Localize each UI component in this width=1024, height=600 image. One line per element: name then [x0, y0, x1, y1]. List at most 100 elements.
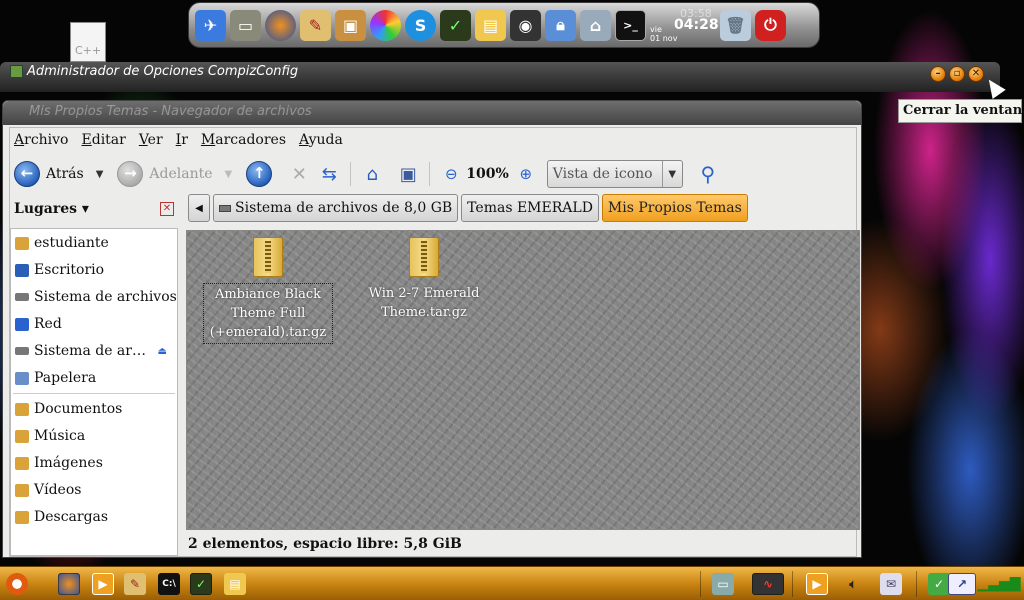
eject-icon[interactable]: ⏏ [158, 346, 167, 357]
file-name: Ambiance Black Theme Full (+emerald).tar… [203, 283, 333, 344]
media-player-icon[interactable]: ▶ [92, 573, 114, 595]
sidebar-item-red[interactable]: Red [15, 316, 171, 332]
clock-time: 04:28 [674, 17, 719, 33]
sidebar-item-videos[interactable]: Vídeos [15, 482, 171, 498]
back-button[interactable]: ← Atrás ▼ [14, 161, 103, 187]
video-icon[interactable]: ▶ [806, 573, 828, 595]
breadcrumb-mis-propios-temas[interactable]: Mis Propios Temas [601, 194, 748, 222]
forward-label: Adelante [149, 166, 213, 182]
color-wheel-icon[interactable] [370, 9, 401, 41]
toolbar-separator [429, 162, 431, 186]
lock-icon[interactable]: 🔒︎ [545, 9, 576, 41]
forward-dropdown-icon[interactable]: ▼ [225, 169, 233, 180]
system-monitor-icon[interactable]: ✓ [440, 9, 471, 41]
breadcrumb-filesystem[interactable]: Sistema de archivos de 8,0 GB [213, 194, 459, 222]
minimize-button[interactable]: – [930, 66, 946, 82]
firefox-icon[interactable] [58, 573, 80, 595]
file-browser-content: Archivo Editar Ver Ir Marcadores Ayuda ←… [9, 127, 860, 557]
signal-icon[interactable]: ▁▃▅▇ [977, 573, 1020, 595]
file-browser-titlebar[interactable]: Mis Propios Temas - Navegador de archivo… [3, 101, 861, 125]
breadcrumb-back-button[interactable]: ◀ [188, 194, 210, 222]
up-button[interactable]: ↑ [246, 161, 273, 187]
sidebar-item-estudiante[interactable]: estudiante [15, 235, 171, 251]
checkbox-icon[interactable]: ✓ [928, 573, 950, 595]
python-icon[interactable]: ✈ [195, 9, 226, 41]
search-icon[interactable]: ⚲ [697, 162, 719, 186]
view-mode-select[interactable]: Vista de icono ▼ [546, 160, 683, 188]
file-manager-icon[interactable]: ▤ [475, 9, 506, 41]
reload-icon[interactable]: ⇆ [318, 163, 340, 185]
file-item[interactable]: Ambiance Black Theme Full (+emerald).tar… [203, 237, 333, 344]
home-icon[interactable]: ⌂ [361, 163, 383, 185]
sidebar-item-sistema-archivos[interactable]: Sistema de archivos [15, 289, 177, 305]
ccsm-title: Administrador de Opciones CompizConfig [10, 64, 298, 79]
chevron-down-icon: ▼ [661, 161, 682, 187]
maximize-button[interactable]: ▫ [949, 66, 965, 82]
menu-archivo[interactable]: Archivo [14, 132, 69, 154]
firefox-icon[interactable] [265, 9, 296, 41]
sidebar-close-icon[interactable]: ✕ [160, 202, 174, 216]
sidebar-header: Lugares ▾ ✕ [14, 198, 174, 220]
file-item[interactable]: Win 2-7 Emerald Theme.tar.gz [359, 237, 489, 323]
back-label: Atrás [46, 166, 84, 182]
window-icon[interactable]: ▭ [712, 573, 734, 595]
power-icon[interactable]: ⏻ [755, 9, 786, 41]
top-dock: ✈ ▭ ✎ ▣ S ✓ ▤ ◉ 🔒︎ ⌂ >_ 03:58 04:28 vie 0… [188, 2, 820, 48]
icon-view[interactable]: Ambiance Black Theme Full (+emerald).tar… [186, 230, 860, 530]
sidebar-places-dropdown[interactable]: Lugares ▾ [14, 201, 89, 217]
view-mode-value: Vista de icono [552, 166, 653, 182]
screen-icon[interactable]: ↗ [948, 573, 976, 595]
skype-icon[interactable]: S [405, 9, 436, 41]
toolbar: ← Atrás ▼ → Adelante ▼ ↑ ✕ ⇆ ⌂ ▣ ⊖ 100% … [14, 158, 854, 190]
stop-icon[interactable]: ✕ [288, 163, 310, 185]
sidebar-item-musica[interactable]: Música [15, 428, 171, 444]
terminal-icon[interactable]: >_ [615, 9, 646, 41]
sidebar-item-imagenes[interactable]: Imágenes [15, 455, 171, 471]
paint-icon[interactable]: ✎ [124, 573, 146, 595]
close-button[interactable]: ✕ [968, 66, 984, 82]
menu-marcadores[interactable]: Marcadores [201, 132, 286, 154]
folder-icon [15, 429, 29, 443]
breadcrumb-temas-emerald[interactable]: Temas EMERALD [461, 194, 599, 222]
trash-icon [15, 371, 29, 385]
trash-icon[interactable]: 🗑︎ [720, 9, 751, 41]
menu-ayuda[interactable]: Ayuda [299, 132, 343, 154]
zoom-out-icon[interactable]: ⊖ [440, 163, 462, 185]
sidebar-item-papelera[interactable]: Papelera [15, 370, 171, 386]
zoom-level: 100% [466, 166, 509, 182]
graph-icon[interactable]: ∿ [752, 573, 784, 595]
back-dropdown-icon[interactable]: ▼ [96, 169, 104, 180]
paint-icon[interactable]: ✎ [300, 9, 331, 41]
terminal-icon[interactable]: C:\ [158, 573, 180, 595]
forward-arrow-icon: → [117, 161, 144, 187]
speaker-icon[interactable]: ◉ [510, 9, 541, 41]
sidebar-item-escritorio[interactable]: Escritorio [15, 262, 171, 278]
clock[interactable]: 03:58 04:28 vie 01 nov [650, 5, 719, 45]
folder-icon[interactable]: ▭ [230, 9, 261, 41]
desktop-icon [15, 263, 29, 277]
computer-icon[interactable]: ▣ [397, 163, 419, 185]
package-icon[interactable]: ▣ [335, 9, 366, 41]
bottom-panel: ▶ ✎ C:\ ✓ ▤ ▭ ∿ ▶ 🔈︎ ✉ ✓ ↗ ▁▃▅▇ [0, 566, 1024, 600]
notes-icon[interactable]: ✉ [880, 573, 902, 595]
volume-icon[interactable]: 🔈︎ [842, 573, 864, 595]
file-manager-icon[interactable]: ▤ [224, 573, 246, 595]
zoom-in-icon[interactable]: ⊕ [515, 163, 537, 185]
forward-button[interactable]: → Adelante ▼ [117, 161, 232, 187]
toolbar-separator [350, 162, 352, 186]
folder-icon [15, 456, 29, 470]
menu-editar[interactable]: Editar [82, 132, 126, 154]
network-icon[interactable]: ⌂ [580, 9, 611, 41]
sidebar-item-documentos[interactable]: Documentos [15, 401, 171, 417]
system-monitor-icon[interactable]: ✓ [190, 573, 212, 595]
menu-ver[interactable]: Ver [139, 132, 163, 154]
sidebar-item-descargas[interactable]: Descargas [15, 509, 171, 525]
breadcrumb: ◀ Sistema de archivos de 8,0 GB Temas EM… [188, 194, 748, 222]
menu-ir[interactable]: Ir [176, 132, 188, 154]
drive-icon [15, 293, 29, 301]
file-browser-window: Mis Propios Temas - Navegador de archivo… [2, 100, 862, 558]
desktop-file-cpp[interactable]: C++ [70, 22, 106, 62]
sidebar-item-volume[interactable]: Sistema de ar… ⏏ [15, 343, 171, 359]
drive-icon [15, 347, 29, 355]
ubuntu-logo-icon[interactable] [6, 573, 28, 595]
